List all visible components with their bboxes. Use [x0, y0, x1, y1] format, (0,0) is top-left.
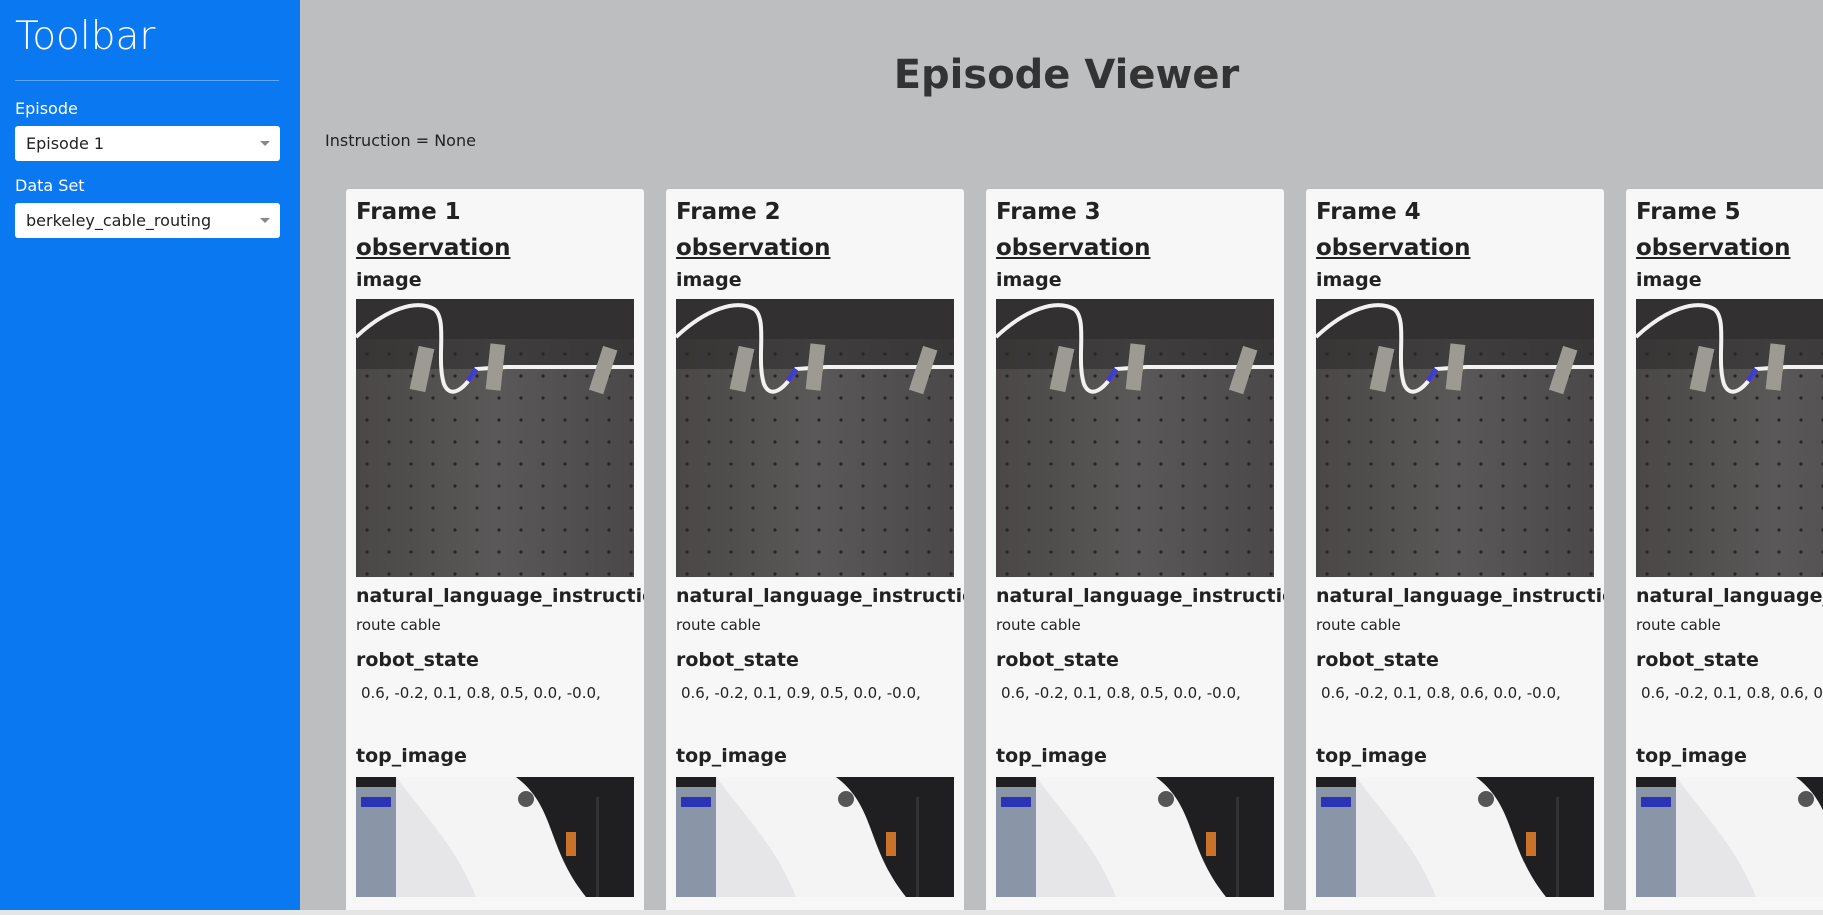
image-label: image — [1636, 269, 1702, 291]
image-label: image — [996, 269, 1062, 291]
top-image — [1316, 777, 1594, 897]
page-title: Episode Viewer — [893, 52, 1240, 98]
observation-heading: observation — [1316, 235, 1471, 261]
sidebar-divider — [15, 80, 279, 81]
chevron-down-icon — [260, 218, 270, 223]
frame-card: Frame 1 observation image natural_langua… — [346, 189, 644, 910]
image-label: image — [1316, 269, 1382, 291]
robot-state-label: robot_state — [1316, 649, 1439, 671]
sidebar: Toolbar Episode Episode 1 Data Set berke… — [0, 0, 300, 910]
top-image-label: top_image — [996, 745, 1107, 767]
robot-state-label: robot_state — [1636, 649, 1759, 671]
horizontal-scrollbar[interactable] — [0, 910, 1823, 915]
top-image-label: top_image — [1636, 745, 1747, 767]
nli-label: natural_language_instruction — [1636, 585, 1823, 607]
frame-card: Frame 5 observation image natural_langua… — [1626, 189, 1823, 910]
robot-state-value: 0.6, -0.2, 0.1, 0.9, 0.5, 0.0, -0.0, — [681, 684, 921, 702]
frame-card: Frame 2 observation image natural_langua… — [666, 189, 964, 910]
top-image-label: top_image — [1316, 745, 1427, 767]
episode-select-value: Episode 1 — [26, 134, 105, 153]
frame-card: Frame 4 observation image natural_langua… — [1306, 189, 1604, 910]
nli-value: route cable — [1636, 616, 1721, 634]
frames-row[interactable]: Frame 1 observation image natural_langua… — [346, 189, 1823, 910]
observation-heading: observation — [996, 235, 1151, 261]
main-panel: Episode Viewer Instruction = None Frame … — [300, 0, 1823, 910]
frame-title: Frame 2 — [676, 199, 781, 225]
nli-label: natural_language_instruction — [996, 585, 1284, 607]
top-image — [356, 777, 634, 897]
robot-state-value: 0.6, -0.2, 0.1, 0.8, 0.6, 0.0, -0.0, — [1321, 684, 1561, 702]
image-label: image — [356, 269, 422, 291]
dataset-select[interactable]: berkeley_cable_routing — [15, 203, 280, 238]
nli-label: natural_language_instruction — [356, 585, 644, 607]
frame-title: Frame 4 — [1316, 199, 1421, 225]
frame-title: Frame 5 — [1636, 199, 1741, 225]
robot-state-label: robot_state — [356, 649, 479, 671]
nli-value: route cable — [356, 616, 441, 634]
nli-value: route cable — [676, 616, 761, 634]
frame-title: Frame 3 — [996, 199, 1101, 225]
dataset-select-value: berkeley_cable_routing — [26, 211, 212, 230]
nli-label: natural_language_instruction — [676, 585, 964, 607]
episode-select[interactable]: Episode 1 — [15, 126, 280, 161]
top-image — [1636, 777, 1823, 897]
top-image-label: top_image — [356, 745, 467, 767]
top-image-label: top_image — [676, 745, 787, 767]
nli-label: natural_language_instruction — [1316, 585, 1604, 607]
chevron-down-icon — [260, 141, 270, 146]
observation-heading: observation — [1636, 235, 1791, 261]
observation-heading: observation — [676, 235, 831, 261]
robot-state-value: 0.6, -0.2, 0.1, 0.8, 0.5, 0.0, -0.0, — [1001, 684, 1241, 702]
image-label: image — [676, 269, 742, 291]
frame-card: Frame 3 observation image natural_langua… — [986, 189, 1284, 910]
nli-value: route cable — [1316, 616, 1401, 634]
robot-state-label: robot_state — [676, 649, 799, 671]
instruction-text: Instruction = None — [325, 131, 476, 150]
episode-label: Episode — [15, 99, 78, 118]
nli-value: route cable — [996, 616, 1081, 634]
sidebar-title: Toolbar — [15, 14, 156, 59]
observation-heading: observation — [356, 235, 511, 261]
robot-state-label: robot_state — [996, 649, 1119, 671]
frame-title: Frame 1 — [356, 199, 461, 225]
observation-image — [1316, 299, 1594, 577]
dataset-label: Data Set — [15, 176, 85, 195]
observation-image — [356, 299, 634, 577]
observation-image — [1636, 299, 1823, 577]
observation-image — [996, 299, 1274, 577]
robot-state-value: 0.6, -0.2, 0.1, 0.8, 0.6, 0.0, -0.0, — [1641, 684, 1823, 702]
top-image — [996, 777, 1274, 897]
robot-state-value: 0.6, -0.2, 0.1, 0.8, 0.5, 0.0, -0.0, — [361, 684, 601, 702]
top-image — [676, 777, 954, 897]
observation-image — [676, 299, 954, 577]
